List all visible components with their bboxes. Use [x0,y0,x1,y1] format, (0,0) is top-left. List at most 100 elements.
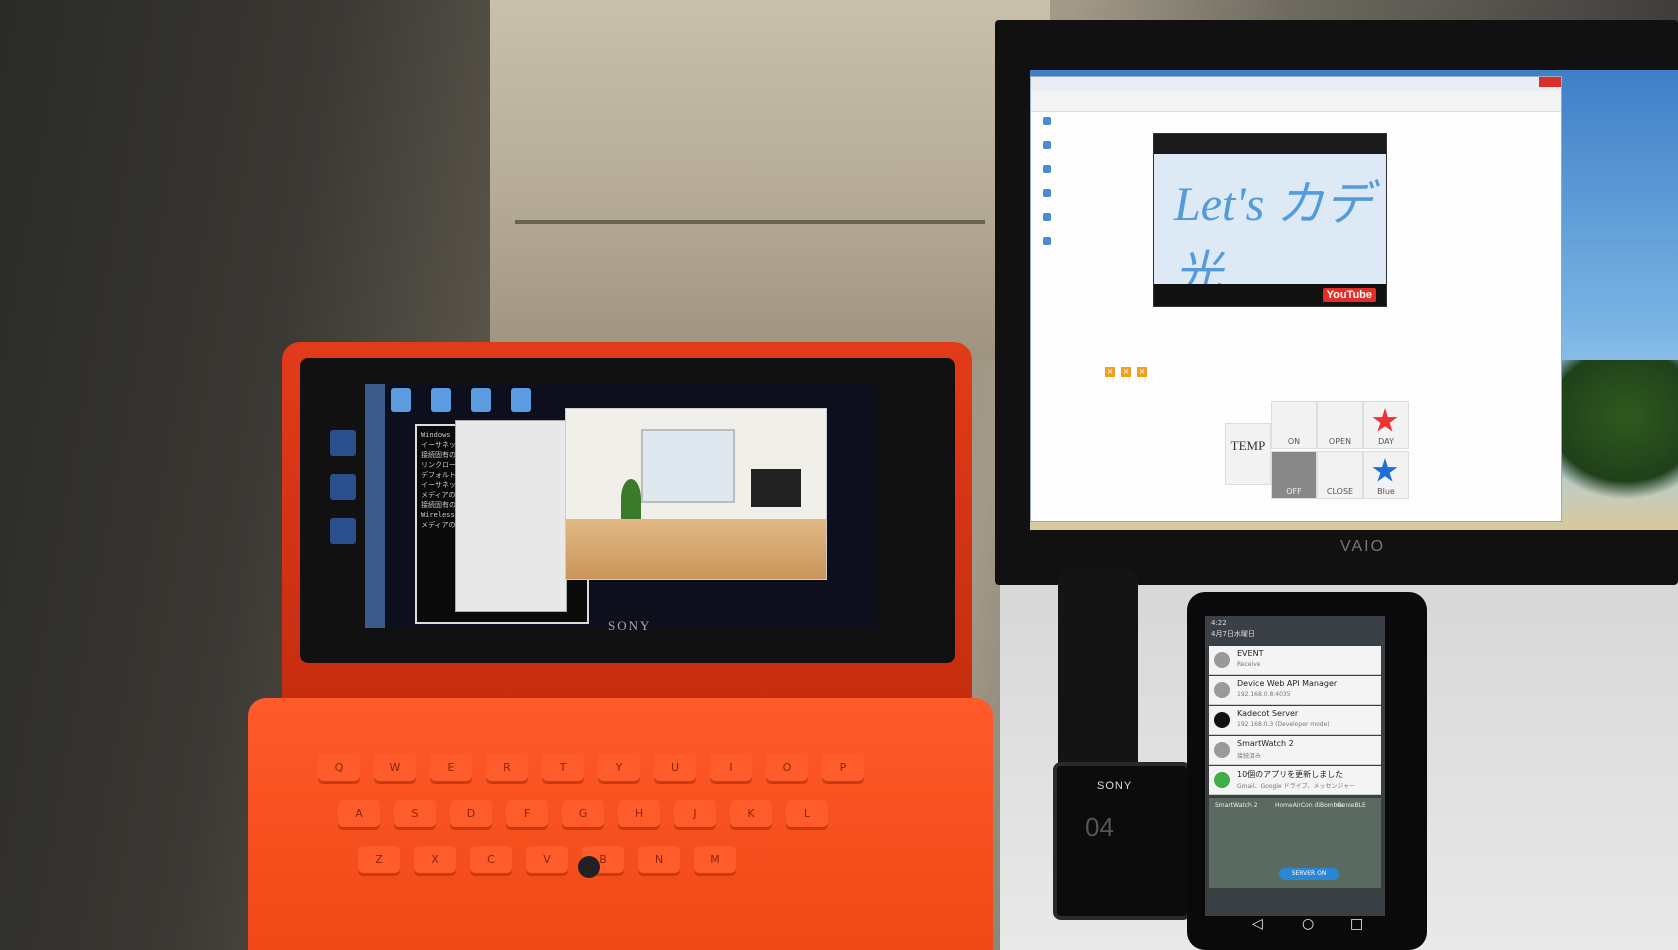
keyboard-key[interactable]: L [786,800,828,830]
keyboard-key[interactable]: A [338,800,380,830]
vaio-support-icon[interactable] [471,388,491,412]
app-icon[interactable] [1043,237,1051,245]
recycle-bin-icon[interactable] [391,388,411,412]
tile-label: OPEN [1328,437,1352,446]
app-icon[interactable] [1043,213,1051,221]
notification-title: Kadecot Server [1237,709,1299,718]
widget-label: GenieBLE [1337,802,1366,809]
api-manager-icon [1214,682,1230,698]
keyboard-key[interactable]: J [674,800,716,830]
keyboard-key[interactable]: N [638,846,680,876]
browser-window[interactable]: Let's カデ光 YouTube × × × ON OPEN DAY TEMP O… [1030,76,1562,522]
app-icon[interactable] [1043,141,1051,149]
keyboard-key[interactable]: P [822,754,864,784]
server-toggle[interactable]: SERVER ON [1279,868,1339,880]
notification-title: SmartWatch 2 [1237,739,1294,748]
vaio-navi-icon[interactable] [431,388,451,412]
browser-titlebar[interactable] [1031,77,1561,91]
browser-toolbar [1031,91,1561,112]
code-editor-window[interactable] [455,420,567,612]
keyboard-key[interactable]: S [394,800,436,830]
notification-item[interactable]: EVENT Receive [1209,646,1381,675]
keyboard-key[interactable]: U [654,754,696,784]
tile-label: Blue [1377,487,1395,496]
notification-item[interactable]: 10個のアプリを更新しました Gmail、Google ドライブ、メッセンジャー [1209,766,1381,795]
taskbar[interactable] [365,384,385,628]
table-surface [490,0,1050,360]
kadecot-icon [1214,712,1230,728]
keyboard-key[interactable]: D [450,800,492,830]
photo-scene: Let's カデ光 YouTube × × × ON OPEN DAY TEMP O… [0,0,1678,950]
notification-day-tile[interactable]: DAY [1363,401,1409,449]
keyboard-key[interactable]: X [414,846,456,876]
windows-logo-icon [330,430,356,456]
star-icon [1372,458,1398,482]
video-art-text: Let's カデ光 [1174,178,1373,301]
room-curtain-window [641,429,735,503]
keyboard-key[interactable]: F [506,800,548,830]
tile-label: CLOSE [1326,487,1354,496]
appliance-control-grid: ON OPEN DAY TEMP OFF CLOSE Blue [1111,397,1511,512]
keyboard-key[interactable]: R [486,754,528,784]
curtain-open-tile[interactable]: OPEN [1317,401,1363,449]
close-icon[interactable] [1539,77,1561,87]
keyboard-key[interactable]: H [618,800,660,830]
watch-time: 04 [1085,812,1114,842]
smartwatch[interactable]: SONY 04 [1053,762,1191,920]
play-store-icon [1214,772,1230,788]
keyboard-key[interactable]: W [374,754,416,784]
laptop-stickers [330,430,368,600]
back-icon[interactable]: ◁ [1252,916,1263,932]
status-icons: × × × [1105,359,1165,377]
keyboard-key[interactable]: I [710,754,752,784]
youtube-video[interactable]: Let's カデ光 YouTube [1153,133,1387,307]
light-on-tile[interactable]: ON [1271,401,1317,449]
notification-item[interactable]: Kadecot Server 192.168.0.3 (Developer mod… [1209,706,1381,735]
table-seam [515,220,985,224]
app-icon[interactable] [1043,189,1051,197]
tile-label: DAY [1378,437,1394,446]
video-top-bar [1154,134,1386,154]
app-icon[interactable] [1043,117,1051,125]
keyboard-key[interactable]: K [730,800,772,830]
tile-label: ON [1287,437,1301,446]
home-icon[interactable]: ○ [1302,916,1314,932]
warning-icon: × [1105,367,1115,377]
room-tv [751,469,801,507]
laptop-screen: Windows IP 構成 イーサネット 接続固有の リンクローカル デフォルト… [365,384,877,628]
keyboard-key[interactable]: G [562,800,604,830]
intel-atom-icon [330,474,356,500]
light-off-tile[interactable]: OFF [1271,451,1317,499]
keyboard-key[interactable]: Q [318,754,360,784]
temp-tile[interactable]: TEMP [1225,423,1271,485]
youtube-logo[interactable]: YouTube [1322,288,1376,302]
notification-item[interactable]: SmartWatch 2 接続済み [1209,736,1381,765]
keyboard-key[interactable]: C [470,846,512,876]
keyboard-key[interactable]: Y [598,754,640,784]
laptop-brand-logo: SONY [608,618,652,633]
keyboard-key[interactable]: O [766,754,808,784]
trackpoint[interactable] [578,856,600,878]
keyboard-key[interactable]: T [542,754,584,784]
keyboard-key[interactable]: Z [358,846,400,876]
room-simulator-window[interactable] [565,408,827,580]
phone-screen: 4:22 4月7日水曜日 EVENT Receive Device Web API… [1205,616,1385,916]
curtain-close-tile[interactable]: CLOSE [1317,451,1363,499]
file-icon[interactable] [511,388,531,412]
recents-icon[interactable]: □ [1350,916,1363,932]
status-time: 4:22 [1211,619,1227,627]
keyboard-key[interactable]: E [430,754,472,784]
status-date: 4月7日水曜日 [1211,630,1255,638]
app-icon[interactable] [1043,165,1051,173]
widget-label: HomeAirCon diBomber [1275,802,1344,809]
laptop-keyboard: QWERTYUIOPASDFGHJKLZXCVBNM [248,698,993,950]
notification-item[interactable]: Device Web API Manager 192.168.0.8:4035 [1209,676,1381,705]
keyboard-key[interactable]: V [526,846,568,876]
monitor-screen: Let's カデ光 YouTube × × × ON OPEN DAY TEMP O… [1030,70,1678,530]
keyboard-key[interactable]: M [694,846,736,876]
event-icon [1214,652,1230,668]
browser-side-icons [1043,117,1055,477]
notification-blue-tile[interactable]: Blue [1363,451,1409,499]
widget-label: SmartWatch 2 [1215,802,1258,809]
sticker-icon [330,518,356,544]
